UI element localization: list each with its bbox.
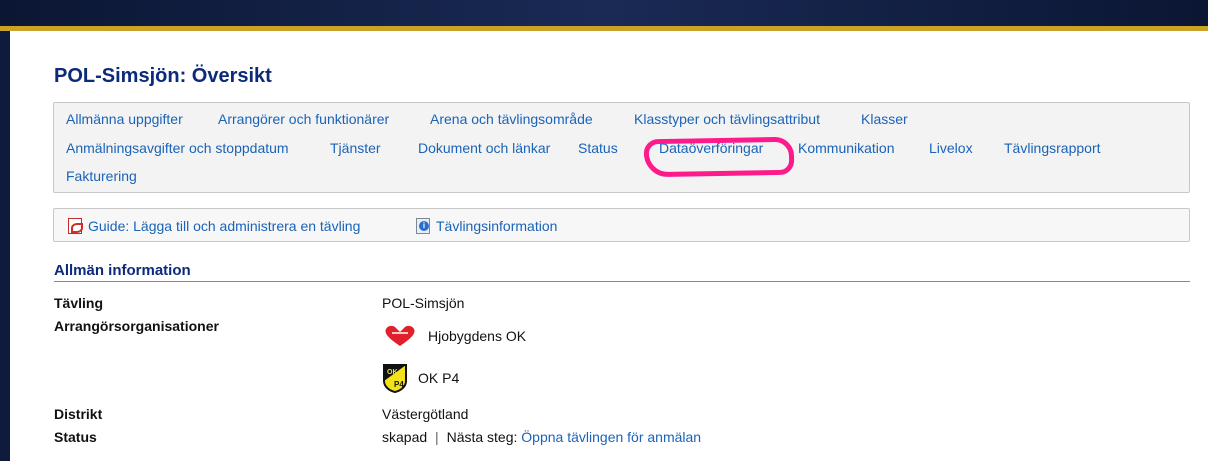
tab-allmanna-uppgifter[interactable]: Allmänna uppgifter — [66, 111, 183, 127]
organizer-item: OK P4 OK P4 — [382, 363, 459, 393]
competition-label: Tävling — [54, 295, 104, 311]
guide-link-label: Guide: Lägga till och administrera en tä… — [88, 218, 361, 234]
competition-value: POL-Simsjön — [382, 295, 465, 311]
status-label: Status — [54, 429, 97, 445]
competition-info-label: Tävlingsinformation — [436, 218, 558, 234]
tab-tavlingsrapport[interactable]: Tävlingsrapport — [1004, 140, 1101, 156]
tab-fakturering[interactable]: Fakturering — [66, 168, 137, 184]
svg-text:P4: P4 — [394, 380, 404, 389]
guide-link[interactable]: Guide: Lägga till och administrera en tä… — [68, 218, 360, 234]
site-header-bar — [0, 0, 1208, 26]
page-title: POL-Simsjön: Översikt — [54, 65, 272, 87]
tab-arrangorer-och-funktionarer[interactable]: Arrangörer och funktionärer — [218, 111, 389, 127]
pdf-icon — [68, 218, 83, 234]
hjobygdens-ok-logo-icon — [385, 325, 415, 346]
tab-tjanster[interactable]: Tjänster — [330, 140, 381, 156]
organizers-label: Arrangörsorganisationer — [54, 318, 219, 334]
tab-klasstyper-och-tavlingsattribut[interactable]: Klasstyper och tävlingsattribut — [634, 111, 820, 127]
svg-text:OK: OK — [387, 369, 398, 376]
section-divider — [54, 281, 1190, 282]
organizer-name: OK P4 — [418, 370, 460, 386]
info-icon — [416, 218, 430, 234]
competition-info-link[interactable]: Tävlingsinformation — [416, 218, 557, 234]
competition-tabs: Allmänna uppgifter Arrangörer och funkti… — [53, 102, 1190, 193]
district-label: Distrikt — [54, 406, 103, 422]
tab-dokument-och-lankar[interactable]: Dokument och länkar — [418, 140, 550, 156]
next-step-label: Nästa steg: — [446, 429, 518, 445]
district-value: Västergötland — [382, 406, 469, 422]
status-value: skapad — [382, 429, 428, 445]
ok-p4-logo-icon: OK P4 — [383, 364, 407, 393]
tab-kommunikation[interactable]: Kommunikation — [798, 140, 895, 156]
open-for-registration-link[interactable]: Öppna tävlingen för anmälan — [521, 429, 701, 445]
tab-status[interactable]: Status — [578, 140, 618, 156]
status-value-row: skapad | Nästa steg: Öppna tävlingen för… — [382, 429, 701, 445]
tab-klasser[interactable]: Klasser — [861, 111, 908, 127]
organizer-item: Hjobygdens OK — [382, 324, 526, 348]
section-title: Allmän information — [54, 262, 191, 279]
tab-livelox[interactable]: Livelox — [929, 140, 973, 156]
status-separator: | — [435, 429, 439, 445]
annotation-highlight — [643, 136, 795, 178]
tab-anmalningsavgifter-och-stoppdatum[interactable]: Anmälningsavgifter och stoppdatum — [66, 140, 289, 156]
tab-arena-och-tavlingsomrade[interactable]: Arena och tävlingsområde — [430, 111, 593, 127]
page-content: POL-Simsjön: Översikt Allmänna uppgifter… — [10, 31, 1208, 461]
guide-toolbar: Guide: Lägga till och administrera en tä… — [53, 208, 1190, 242]
organizer-name: Hjobygdens OK — [428, 328, 527, 344]
